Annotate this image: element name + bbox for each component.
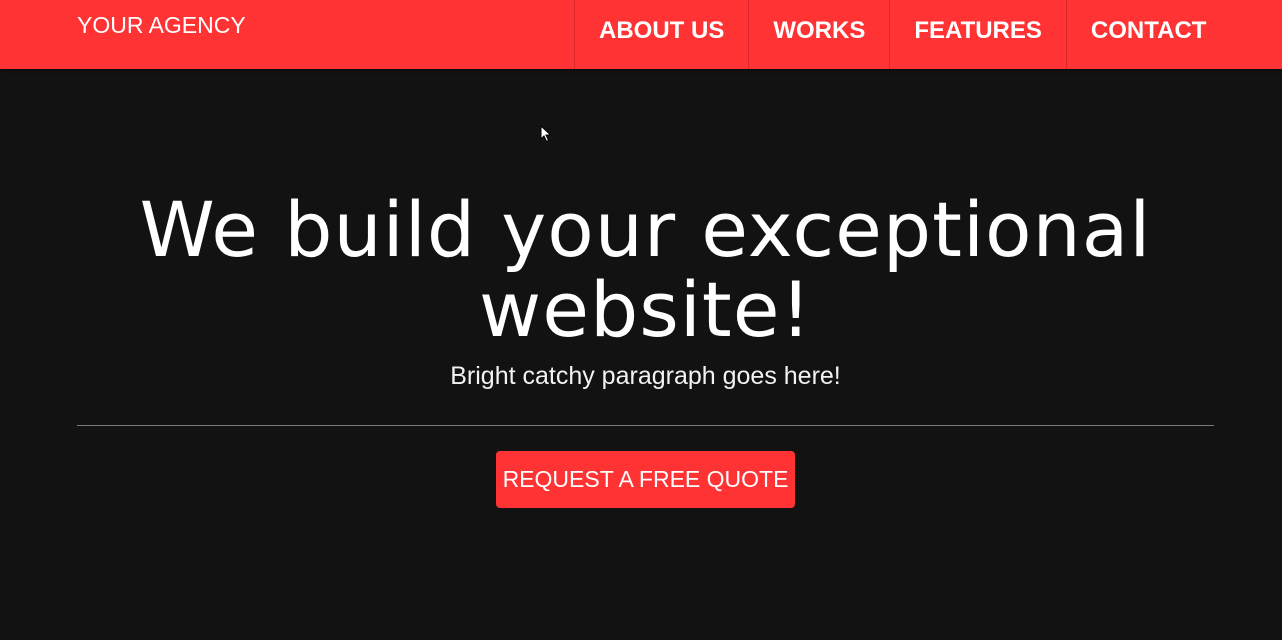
hero-subtitle: Bright catchy paragraph goes here!	[450, 362, 841, 390]
hero-section: We build your exceptional website! Brigh…	[77, 185, 1214, 391]
nav-item-works[interactable]: WORKS	[748, 0, 889, 69]
nav-item-contact[interactable]: CONTACT	[1065, 0, 1282, 69]
nav-item-features[interactable]: FEATURES	[889, 0, 1066, 69]
request-quote-button[interactable]: REQUEST A FREE QUOTE	[496, 451, 795, 508]
nav-item-about-us[interactable]: ABOUT US	[574, 0, 748, 69]
top-navbar: YOUR AGENCY ABOUT US WORKS FEATURES CONT…	[0, 0, 1282, 69]
mouse-pointer-icon	[540, 125, 552, 143]
hero-title: We build your exceptional website!	[139, 185, 1152, 354]
brand-logo-link[interactable]: YOUR AGENCY	[77, 11, 246, 39]
main-nav: ABOUT US WORKS FEATURES CONTACT	[574, 0, 1282, 69]
hero-divider	[77, 425, 1214, 426]
